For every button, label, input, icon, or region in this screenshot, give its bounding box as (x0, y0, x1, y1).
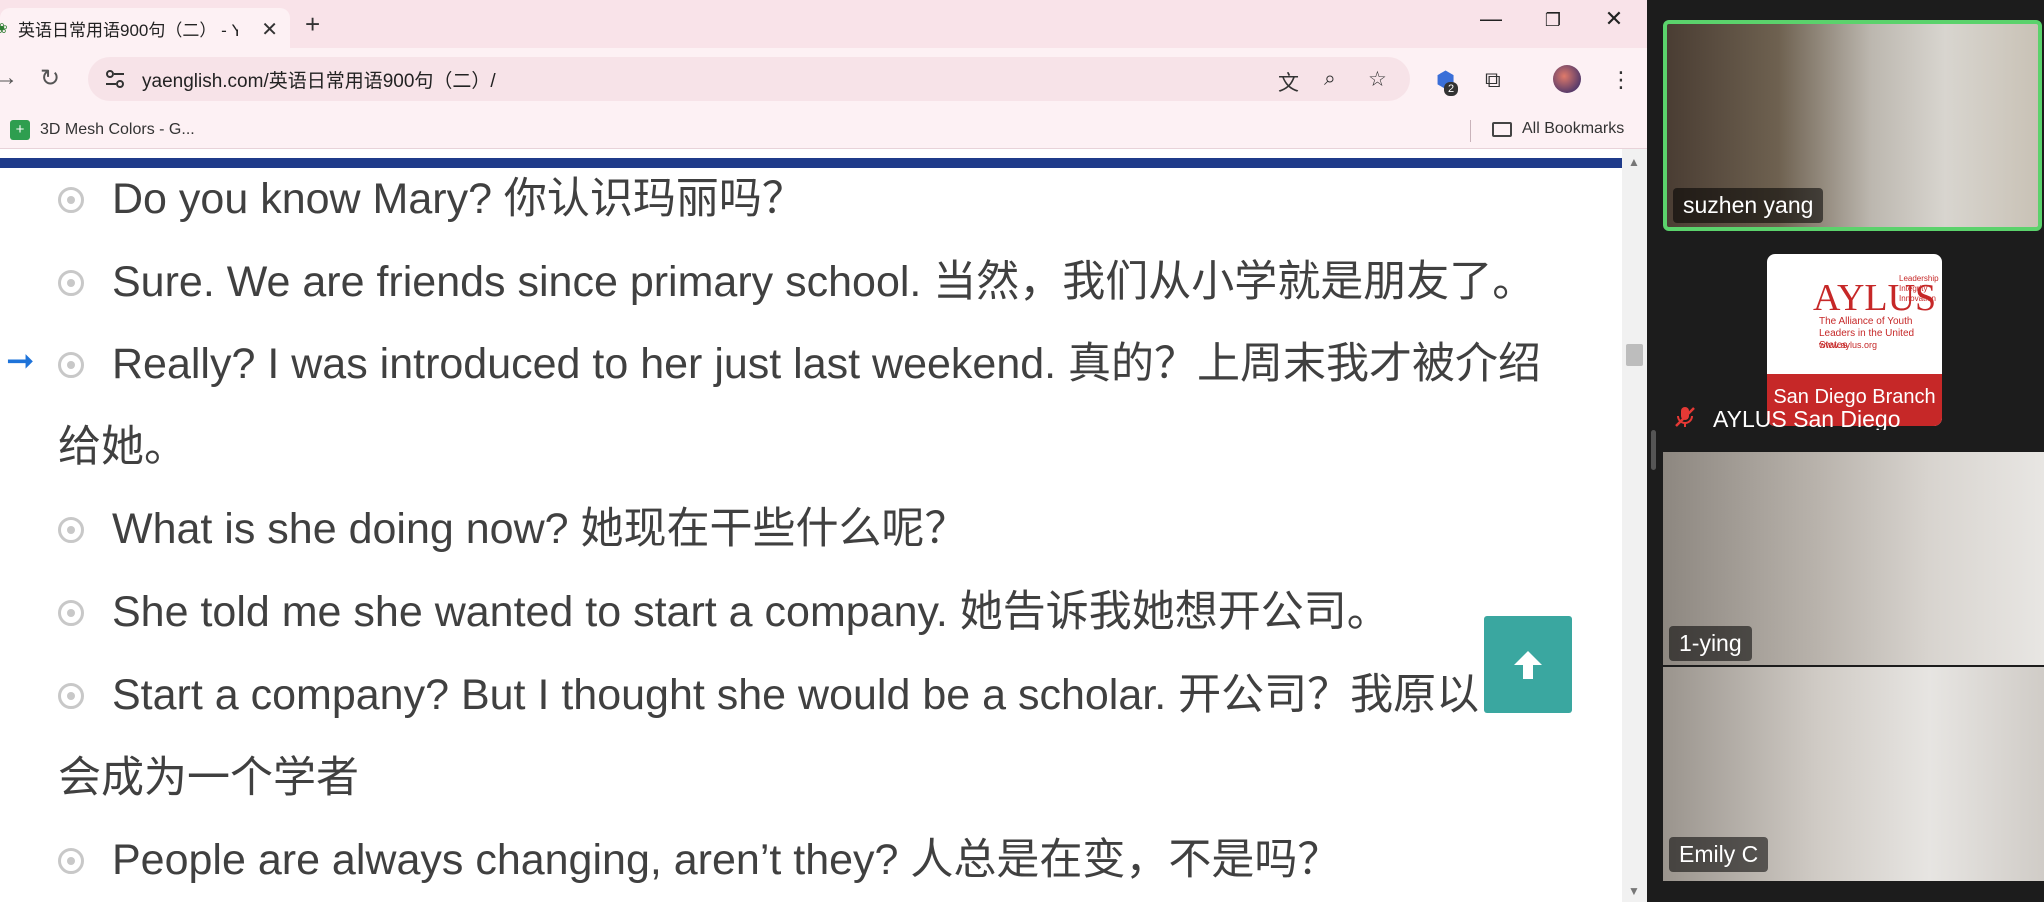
translate-icon[interactable]: 文 (1278, 67, 1299, 97)
folder-icon (1492, 121, 1512, 137)
sentence-line: What is she doing now? 她现在干些什么呢？ (112, 505, 968, 553)
browser-window: ❀ 英语日常用语900句（二） - Ya ✕ + — ❐ ✕ → ↻ yaeng… (0, 0, 1647, 902)
accent-bar (0, 158, 1622, 168)
scroll-up-icon[interactable]: ▲ (1628, 155, 1640, 169)
muted-mic-icon (1675, 407, 1695, 427)
restore-button[interactable]: ❐ (1533, 10, 1573, 31)
bookmark-label: 3D Mesh Colors - G... (40, 121, 195, 138)
bullet-icon (58, 848, 84, 874)
sentence-line: Really? I was introduced to her just las… (112, 340, 1542, 388)
all-bookmarks-label: All Bookmarks (1522, 120, 1625, 137)
bullet-icon (58, 270, 84, 296)
bookmark-star-icon[interactable]: ☆ (1368, 67, 1387, 92)
page-scrollbar[interactable]: ▲ ▼ (1622, 149, 1647, 902)
page-content: Do you know Mary? 你认识玛丽吗？ Sure. We are f… (0, 149, 1626, 902)
current-line-arrow-icon: ➞ (6, 342, 35, 380)
sheets-icon: + (10, 120, 30, 140)
participant-name: Emily C (1669, 837, 1769, 872)
more-menu-icon[interactable]: ⋮ (1610, 67, 1632, 93)
reload-icon[interactable]: ↻ (40, 64, 60, 93)
participant-name: 1-ying (1669, 626, 1752, 661)
bullet-icon (58, 517, 84, 543)
bookmark-item[interactable]: + 3D Mesh Colors - G... (10, 120, 195, 140)
minimize-button[interactable]: — (1471, 6, 1511, 32)
sentence-line: Start a company? But I thought she would… (112, 671, 1480, 719)
logo-url: www.aylus.org (1819, 340, 1878, 350)
sentence-line: People are always changing, aren’t they?… (112, 836, 1341, 884)
tab-strip: ❀ 英语日常用语900句（二） - Ya ✕ + — ❐ ✕ (0, 0, 1647, 48)
browser-toolbar: → ↻ yaenglish.com/英语日常用语900句（二）/ 文 ⌕ ☆ ⬢… (0, 48, 1647, 112)
tab-active[interactable]: ❀ 英语日常用语900句（二） - Ya ✕ (0, 8, 290, 48)
participant-tile[interactable]: suzhen yang (1663, 20, 2042, 231)
extension-badge: 2 (1444, 82, 1459, 96)
bullet-icon (58, 187, 84, 213)
logo-tagline: Leadership Integrity Innovation (1899, 274, 1939, 303)
bookmarks-divider (1470, 120, 1471, 142)
zoom-icon[interactable]: ⌕ (1324, 67, 1336, 91)
participant-tile[interactable]: Emily C (1663, 667, 2044, 881)
participant-tile[interactable]: 1-ying (1663, 452, 2044, 665)
scroll-down-icon[interactable]: ▼ (1628, 884, 1640, 898)
forward-icon[interactable]: → (0, 64, 18, 92)
sentence-continuation: 给她。 (58, 423, 187, 471)
sentence-line: She told me she wanted to start a compan… (112, 588, 1390, 636)
back-to-top-button[interactable] (1484, 616, 1572, 713)
scrollbar-thumb[interactable] (1626, 344, 1643, 366)
extensions-puzzle-icon[interactable]: ⧉ (1485, 67, 1501, 93)
address-bar[interactable]: yaenglish.com/英语日常用语900句（二）/ 文 ⌕ ☆ (88, 57, 1410, 101)
participant-tile[interactable]: AYLUS Leadership Integrity Innovation Th… (1663, 250, 2042, 430)
site-favicon-icon: ❀ (0, 20, 8, 36)
new-tab-button[interactable]: + (305, 9, 320, 40)
panel-resize-handle[interactable] (1651, 430, 1656, 470)
all-bookmarks-button[interactable]: All Bookmarks (1492, 120, 1624, 138)
bullet-icon (58, 600, 84, 626)
bullet-icon (58, 683, 84, 709)
close-window-button[interactable]: ✕ (1594, 6, 1634, 32)
participant-name: suzhen yang (1673, 188, 1824, 223)
sentence-line: Do you know Mary? 你认识玛丽吗？ (112, 175, 805, 223)
tab-close-icon[interactable]: ✕ (261, 17, 278, 42)
sentence-line: Sure. We are friends since primary schoo… (112, 258, 1536, 306)
tab-title: 英语日常用语900句（二） - Ya (18, 20, 238, 40)
arrow-up-icon (1514, 650, 1542, 679)
participant-name: AYLUS San Diego (1713, 406, 1901, 430)
url-text: yaenglish.com/英语日常用语900句（二）/ (142, 70, 496, 92)
profile-avatar[interactable] (1553, 65, 1581, 93)
sentence-continuation: 会成为一个学者 (58, 754, 359, 802)
bullet-icon (58, 352, 84, 378)
bookmarks-bar: + 3D Mesh Colors - G... All Bookmarks (0, 112, 1647, 149)
site-info-icon[interactable] (104, 69, 126, 89)
aylus-logo: AYLUS Leadership Integrity Innovation Th… (1767, 254, 1942, 426)
